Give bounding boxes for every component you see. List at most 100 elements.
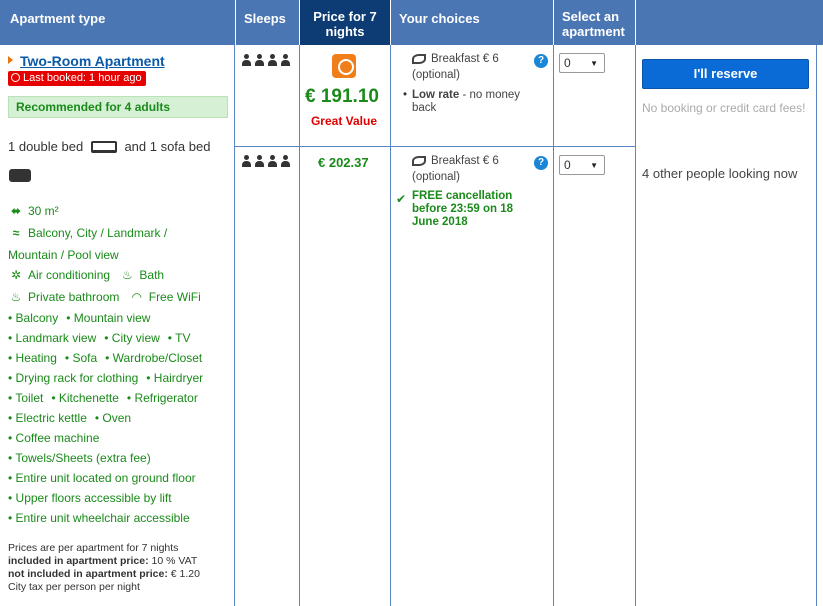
- column-divider: [390, 45, 391, 606]
- facility-item: • Coffee machine: [8, 431, 100, 445]
- free-cancellation: FREE cancellation before 23:59 on 18 Jun…: [412, 190, 513, 228]
- room-view-line2: Mountain / Pool view: [8, 248, 119, 262]
- low-rate-label: Low rate: [412, 89, 460, 101]
- note-line3: not included in apartment price: € 1.20: [8, 568, 233, 581]
- facility-item: • Balcony: [8, 311, 59, 325]
- facility-row: • Electric kettle • Oven: [8, 408, 139, 428]
- note-not-included-label: not included in apartment price:: [8, 568, 168, 580]
- sleeps-4-icon: [241, 54, 293, 66]
- header-select-label: Select an apartment: [562, 9, 625, 39]
- price-option-1: € 191.10: [305, 86, 379, 107]
- help-icon[interactable]: ?: [534, 54, 548, 68]
- facility-item: • TV: [167, 331, 191, 345]
- price-note: Prices are per apartment for 7 nights in…: [8, 542, 233, 594]
- alarm-clock-icon: [11, 73, 20, 82]
- sleeps-4-icon: [241, 155, 293, 167]
- breakfast-option-2: Breakfast € 6: [431, 155, 499, 167]
- quantity-select-2[interactable]: 0: [559, 155, 605, 175]
- note-line1: Prices are per apartment for 7 nights: [8, 542, 179, 554]
- wifi-text: Free WiFi: [148, 290, 201, 304]
- wifi-icon: ◠: [132, 290, 142, 304]
- header-price-label: Price for 7 nights: [313, 9, 377, 39]
- row-divider: [235, 146, 635, 147]
- help-icon[interactable]: ?: [534, 156, 548, 170]
- column-divider: [553, 45, 554, 606]
- breakfast-note-1: (optional): [412, 69, 460, 81]
- room-title-link[interactable]: Two-Room Apartment: [20, 53, 165, 69]
- snowflake-icon: ✲: [10, 268, 22, 282]
- room-view-line1: Balcony, City / Landmark /: [28, 226, 168, 240]
- room-view: ≈ Balcony, City / Landmark /: [8, 223, 167, 243]
- note-included-value: 10 % VAT: [151, 555, 198, 567]
- facility-item: • Entire unit located on ground floor: [8, 471, 196, 485]
- facility-item: • Heating: [8, 351, 57, 365]
- facility-item: • City view: [104, 331, 160, 345]
- facility-item: • Refrigerator: [126, 391, 198, 405]
- facility-item: • Mountain view: [66, 311, 151, 325]
- arrow-icon: [8, 56, 13, 64]
- facility-row: • Entire unit wheelchair accessible: [8, 508, 198, 528]
- bath-text: Bath: [139, 268, 165, 282]
- air-text: Air conditioning: [28, 268, 111, 282]
- facility-item: • Upper floors accessible by lift: [8, 491, 172, 505]
- last-booked-text: Last booked: 1 hour ago: [23, 72, 142, 84]
- header-choices-label: Your choices: [399, 11, 480, 26]
- great-value-icon: [332, 54, 356, 78]
- header-choices: Your choices: [391, 0, 553, 45]
- view-icon: ≈: [12, 226, 20, 240]
- facility-row: • Balcony • Mountain view: [8, 308, 158, 328]
- facility-item: • Oven: [94, 411, 132, 425]
- quantity-select-1[interactable]: 0: [559, 53, 605, 73]
- check-icon: ✔: [396, 192, 407, 206]
- header-sleeps-label: Sleeps: [244, 11, 286, 26]
- price-option-2: € 202.37: [318, 155, 369, 170]
- facility-row: • Entire unit located on ground floor: [8, 468, 204, 488]
- no-fees-text: No booking or credit card fees!: [642, 101, 806, 115]
- reserve-button[interactable]: I'll reserve: [642, 59, 809, 89]
- facility-row: • Upper floors accessible by lift: [8, 488, 180, 508]
- area-icon: ⬌: [10, 204, 22, 218]
- facility-item: • Entire unit wheelchair accessible: [8, 511, 190, 525]
- facility-row: • Landmark view • City view • TV: [8, 328, 198, 348]
- note-included-label: included in apartment price:: [8, 555, 149, 567]
- bath-icon: ♨: [122, 268, 133, 282]
- rate-policy-1: Low rate - no money back: [403, 89, 542, 115]
- bed-text-1: 1 double bed: [8, 139, 84, 154]
- facility-item: • Electric kettle: [8, 411, 87, 425]
- header-select: Select an apartment: [554, 0, 635, 45]
- double-bed-icon: [90, 141, 117, 153]
- column-divider: [234, 45, 235, 606]
- column-divider: [299, 45, 300, 606]
- facility-item: • Wardrobe/Closet: [105, 351, 203, 365]
- breakfast-option-1: Breakfast € 6: [431, 53, 499, 65]
- recommended-badge: Recommended for 4 adults: [8, 96, 228, 118]
- amenity-air: ✲ Air conditioning ♨ Bath: [8, 265, 164, 285]
- header-apartment-type: Apartment type: [0, 0, 235, 45]
- room-size-text: 30 m²: [28, 204, 59, 218]
- amenity-private-bath: ♨ Private bathroom ◠ Free WiFi: [8, 287, 201, 307]
- header-apartment-type-label: Apartment type: [10, 11, 106, 26]
- column-divider: [816, 45, 817, 606]
- facility-item: • Toilet: [8, 391, 44, 405]
- facility-item: • Hairdryer: [146, 371, 204, 385]
- last-booked-badge: Last booked: 1 hour ago: [8, 71, 146, 86]
- room-table: Apartment type Sleeps Price for 7 nights…: [0, 0, 823, 606]
- header-price: Price for 7 nights: [300, 0, 390, 45]
- bathtub-icon: ♨: [10, 290, 22, 304]
- people-looking-text: 4 other people looking now: [642, 166, 798, 181]
- breakfast-icon: [412, 54, 426, 64]
- note-not-included-value: € 1.20: [170, 568, 200, 580]
- column-divider: [635, 45, 636, 606]
- great-value-badge: Great Value: [310, 114, 378, 128]
- facility-item: • Kitchenette: [51, 391, 119, 405]
- facility-item: • Landmark view: [8, 331, 97, 345]
- note-line2: included in apartment price: 10 % VAT: [8, 555, 233, 568]
- facility-item: • Sofa: [64, 351, 98, 365]
- breakfast-note-2: (optional): [412, 171, 460, 183]
- breakfast-icon: [412, 156, 426, 166]
- facility-row: • Toilet • Kitchenette • Refrigerator: [8, 388, 206, 408]
- room-size: ⬌ 30 m²: [8, 201, 59, 221]
- header-reserve: [636, 0, 823, 45]
- bed-info: 1 double bed and 1 sofa bed: [8, 139, 210, 154]
- facility-row: • Coffee machine: [8, 428, 107, 448]
